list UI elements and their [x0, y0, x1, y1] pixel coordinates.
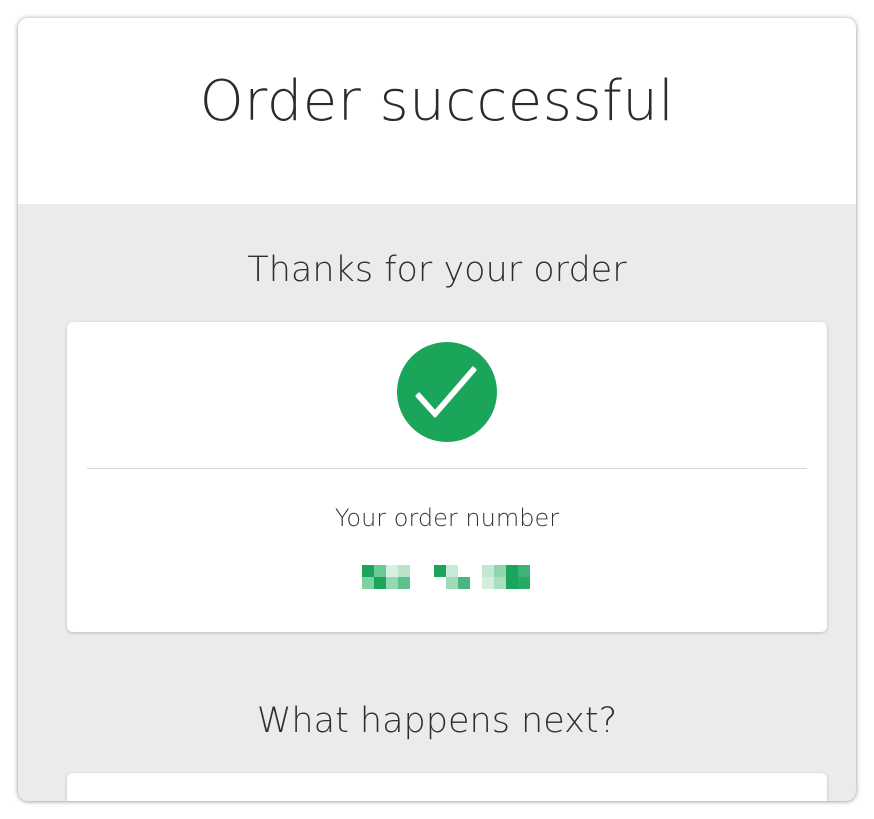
- page-header: Order successful: [18, 18, 856, 204]
- divider: [87, 468, 807, 469]
- order-number-label: Your order number: [334, 504, 560, 532]
- app-window: Order successful Thanks for your order Y…: [18, 18, 856, 801]
- check-icon-svg: [415, 366, 477, 418]
- next-steps-card: [67, 773, 827, 801]
- page-title: Order successful: [199, 69, 675, 134]
- check-icon: [397, 342, 497, 442]
- order-confirmation-card: Your order number: [67, 322, 827, 632]
- thanks-heading: Thanks for your order: [247, 250, 627, 290]
- order-number-redacted: [362, 565, 532, 589]
- next-steps-heading: What happens next?: [256, 701, 618, 741]
